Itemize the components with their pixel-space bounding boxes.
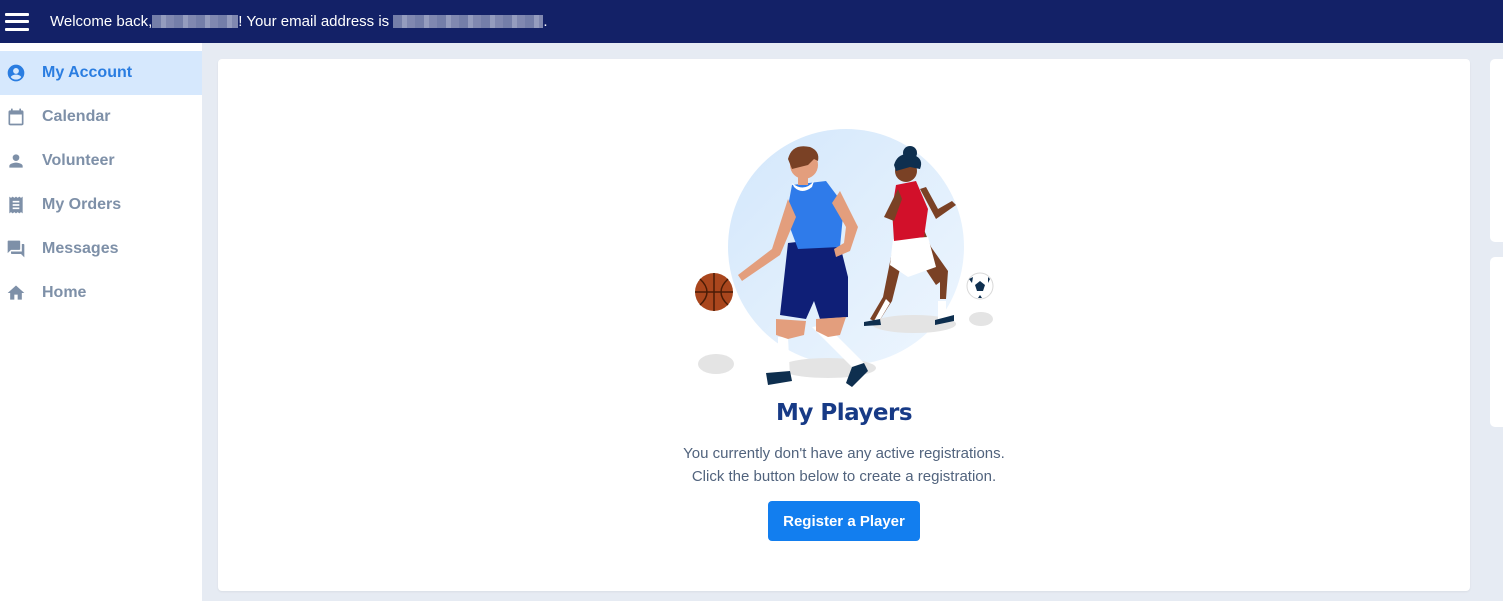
messages-icon	[6, 239, 26, 259]
welcome-message: Welcome back, ! Your email address is .	[50, 13, 548, 30]
top-bar: Welcome back, ! Your email address is .	[0, 0, 1503, 43]
sidebar-item-label: My Orders	[42, 196, 122, 213]
redacted-username	[152, 15, 239, 28]
register-player-button[interactable]: Register a Player	[768, 501, 920, 541]
sidebar-item-label: Calendar	[42, 108, 111, 125]
description-line: Click the button below to create a regis…	[691, 468, 997, 485]
sidebar-item-my-account[interactable]: My Account	[0, 51, 202, 95]
shadow	[698, 354, 734, 374]
players-illustration	[695, 129, 994, 387]
sidebar-item-messages[interactable]: Messages	[0, 227, 202, 271]
account-circle-icon	[6, 63, 26, 83]
welcome-prefix: Welcome back,	[50, 13, 153, 30]
side-card	[1490, 59, 1503, 242]
shadow	[969, 312, 993, 326]
welcome-middle: ! Your email address is	[238, 13, 394, 30]
page-title: My Players	[775, 400, 913, 426]
description-line: You currently don't have any active regi…	[683, 445, 1005, 462]
menu-icon[interactable]	[5, 12, 29, 31]
sidebar-item-my-orders[interactable]: My Orders	[0, 183, 202, 227]
soccer-ball-icon	[966, 272, 994, 300]
redacted-email	[393, 15, 544, 28]
sidebar-item-label: Home	[42, 284, 87, 301]
basketball-icon	[695, 273, 733, 311]
person-icon	[6, 151, 26, 171]
sidebar: My Account Calendar Volunteer My Orders …	[0, 43, 202, 601]
home-icon	[6, 283, 26, 303]
sidebar-item-label: My Account	[42, 64, 133, 81]
my-players-card: My Players You currently don't have any …	[218, 59, 1470, 591]
welcome-suffix: .	[543, 13, 548, 30]
description: You currently don't have any active regi…	[218, 442, 1470, 488]
sidebar-item-label: Messages	[42, 240, 119, 257]
sidebar-item-label: Volunteer	[42, 152, 115, 169]
receipt-icon	[6, 195, 26, 215]
sidebar-item-volunteer[interactable]: Volunteer	[0, 139, 202, 183]
calendar-icon	[6, 107, 26, 127]
sidebar-item-calendar[interactable]: Calendar	[0, 95, 202, 139]
side-card	[1490, 257, 1503, 427]
sidebar-item-home[interactable]: Home	[0, 271, 202, 315]
